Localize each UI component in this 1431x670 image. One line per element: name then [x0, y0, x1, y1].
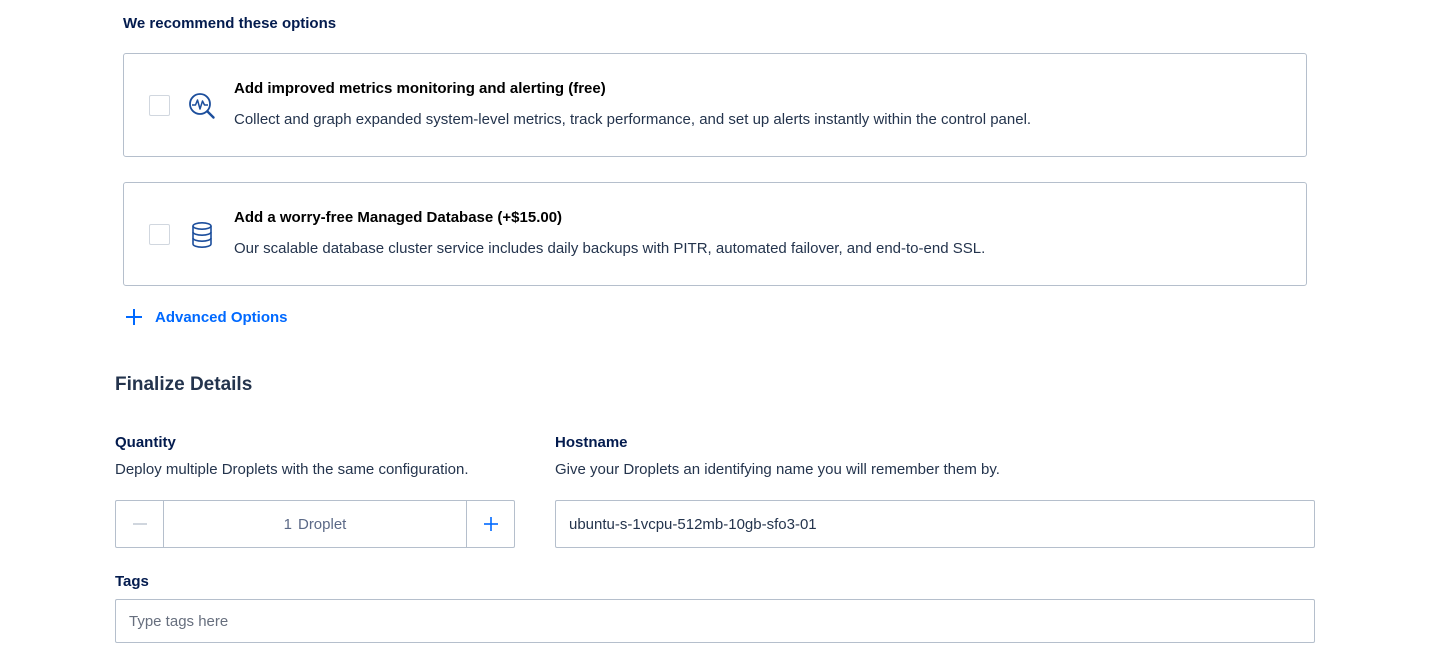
- quantity-unit: Droplet: [297, 515, 347, 533]
- quantity-increment-button[interactable]: [466, 501, 514, 547]
- tags-label: Tags: [115, 573, 149, 590]
- hostname-help-text: Give your Droplets an identifying name y…: [555, 461, 1000, 478]
- advanced-options-toggle[interactable]: Advanced Options: [124, 307, 288, 327]
- database-option-checkbox[interactable]: [149, 224, 170, 245]
- quantity-help-text: Deploy multiple Droplets with the same c…: [115, 461, 469, 478]
- finalize-details-title: Finalize Details: [115, 374, 253, 395]
- metrics-magnifier-icon: [189, 93, 215, 119]
- hostname-label: Hostname: [555, 434, 628, 451]
- quantity-number: 1: [283, 515, 292, 533]
- metrics-option-card[interactable]: Add improved metrics monitoring and aler…: [123, 53, 1307, 157]
- metrics-option-description: Collect and graph expanded system-level …: [234, 111, 1032, 128]
- database-icon: [192, 221, 212, 248]
- recommendations-heading: We recommend these options: [123, 15, 337, 32]
- database-option-card[interactable]: Add a worry-free Managed Database (+$15.…: [123, 182, 1307, 286]
- tags-input[interactable]: [115, 599, 1315, 643]
- quantity-stepper[interactable]: 1 Droplet: [115, 500, 515, 548]
- database-option-title: Add a worry-free Managed Database (+$15.…: [234, 209, 563, 226]
- metrics-option-checkbox[interactable]: [149, 95, 170, 116]
- plus-icon: [483, 517, 498, 531]
- quantity-decrement-button[interactable]: [116, 501, 164, 547]
- minus-icon: [132, 523, 147, 525]
- quantity-value: 1 Droplet: [164, 501, 466, 547]
- database-option-description: Our scalable database cluster service in…: [234, 240, 986, 257]
- plus-icon: [126, 309, 142, 325]
- metrics-option-title: Add improved metrics monitoring and aler…: [234, 80, 606, 97]
- hostname-input[interactable]: [555, 500, 1315, 548]
- quantity-label: Quantity: [115, 434, 176, 451]
- advanced-options-label[interactable]: Advanced Options: [155, 309, 288, 326]
